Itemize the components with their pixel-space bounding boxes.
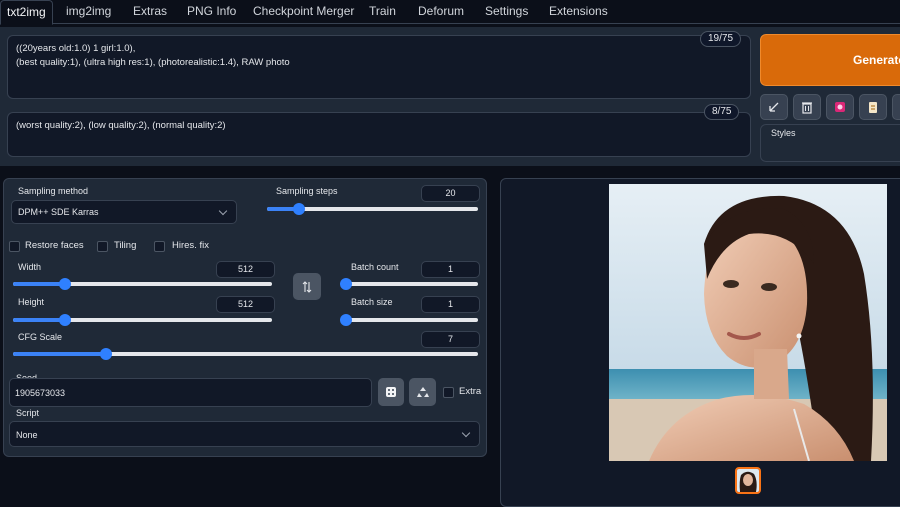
gallery-thumbnail[interactable] [735,467,761,494]
slider-thumb[interactable] [340,278,352,290]
sampling-method-select[interactable]: DPM++ SDE Karras [11,200,237,224]
tab-checkpoint-merger[interactable]: Checkpoint Merger [253,0,354,24]
chevron-down-icon [218,206,228,216]
height-input[interactable]: 512 [216,296,275,313]
height-slider[interactable] [13,314,272,326]
styles-label: Styles [771,128,796,138]
tab-extensions[interactable]: Extensions [549,0,608,24]
slider-fill [13,282,65,286]
tab-txt2img[interactable]: txt2img [0,0,53,25]
sampling-steps-slider[interactable] [267,203,478,215]
batch-count-slider[interactable] [340,278,478,290]
seed-input[interactable]: 1905673033 [9,378,372,407]
script-label: Script [16,408,40,418]
tab-train[interactable]: Train [369,0,396,24]
slider-thumb[interactable] [292,203,305,215]
sampling-method-value: DPM++ SDE Karras [18,207,99,217]
output-gallery [500,178,900,507]
save-style-button[interactable] [892,94,900,120]
restore-faces-checkbox[interactable] [9,241,20,252]
batch-count-label: Batch count [351,262,399,272]
generated-image[interactable] [609,184,887,461]
chevron-down-icon [461,428,471,438]
positive-prompt-input[interactable]: ((20years old:1.0) 1 girl:1.0), (best qu… [7,35,751,99]
art-icon [835,102,845,112]
reuse-seed-button[interactable] [409,378,436,406]
hires-fix-label: Hires. fix [172,240,209,251]
tab-deforum[interactable]: Deforum [418,0,464,24]
clipboard-icon [869,102,877,113]
portrait-photo [609,184,887,461]
cfg-scale-input[interactable]: 7 [421,331,480,348]
script-select[interactable]: None [9,421,480,447]
read-params-button[interactable] [760,94,788,120]
styles-dropdown[interactable]: Styles [760,124,900,162]
slider-thumb[interactable] [100,348,112,360]
slider-thumb[interactable] [58,314,71,326]
extra-seed-label: Extra [459,386,482,397]
slider-fill [13,352,106,356]
sampling-steps-label: Sampling steps [276,186,338,196]
apply-style-button[interactable] [859,94,887,120]
cfg-scale-slider[interactable] [13,348,478,360]
extra-seed-checkbox[interactable] [443,387,454,398]
swap-icon [302,280,312,293]
slider-fill [13,318,65,322]
tab-png-info[interactable]: PNG Info [187,0,236,24]
swap-dimensions-button[interactable] [293,273,321,300]
cfg-scale-label: CFG Scale [18,332,63,342]
slider-thumb[interactable] [340,314,352,326]
batch-count-input[interactable]: 1 [421,261,480,278]
trash-icon [802,102,812,114]
tiling-checkbox[interactable] [97,241,108,252]
script-value: None [16,430,38,440]
recycle-icon [416,387,429,397]
batch-size-input[interactable]: 1 [421,296,480,313]
width-label: Width [18,262,42,272]
tab-settings[interactable]: Settings [485,0,528,24]
tiling-label: Tiling [114,240,137,251]
sampling-steps-input[interactable]: 20 [421,185,480,202]
thumbnail-image [737,469,759,492]
slider-thumb[interactable] [58,278,71,290]
clear-prompt-button[interactable] [793,94,821,120]
restore-faces-label: Restore faces [25,240,84,251]
hires-fix-checkbox[interactable] [154,241,165,252]
generation-settings-panel: Sampling method DPM++ SDE Karras Samplin… [3,178,487,457]
generate-button[interactable]: Generate [760,34,900,86]
negative-token-counter: 8/75 [704,104,740,120]
tab-bar: txt2img img2img Extras PNG Info Checkpoi… [0,0,900,25]
arrow-icon [769,102,779,112]
batch-size-slider[interactable] [340,314,478,326]
extra-networks-button[interactable] [826,94,854,120]
tab-img2img[interactable]: img2img [66,0,111,24]
batch-size-label: Batch size [351,297,393,307]
tab-extras[interactable]: Extras [133,0,167,24]
sampling-method-label: Sampling method [18,186,89,196]
width-slider[interactable] [13,278,272,290]
height-label: Height [18,297,45,307]
negative-prompt-input[interactable]: (worst quality:2), (low quality:2), (nor… [7,112,751,157]
positive-token-counter: 19/75 [700,31,742,47]
random-seed-button[interactable] [378,378,404,406]
width-input[interactable]: 512 [216,261,275,278]
dice-icon [386,387,396,397]
